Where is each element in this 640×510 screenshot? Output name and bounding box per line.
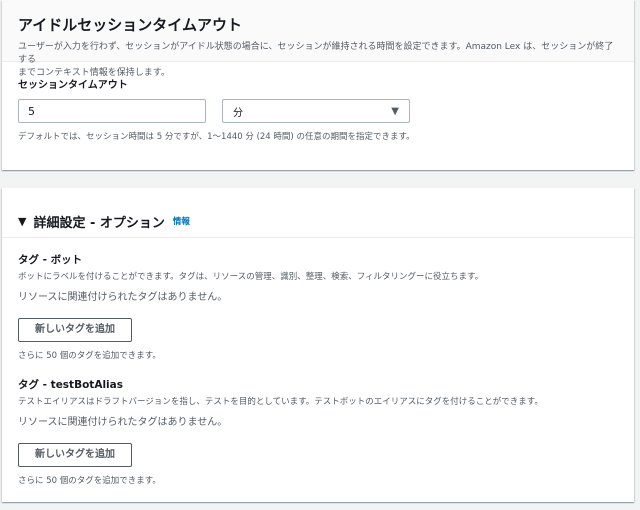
info-link[interactable]: 情報 bbox=[173, 215, 190, 227]
bot-tags-empty-message: リソースに関連付けられたタグはありません。 bbox=[18, 292, 228, 303]
session-timeout-inputs: 分 ▼ bbox=[18, 99, 618, 123]
panel-title: アイドルセッションタイムアウト bbox=[18, 16, 242, 34]
alias-tags-remaining: さらに 50 個のタグを追加できます。 bbox=[18, 476, 161, 486]
alias-tags-title: タグ - testBotAlias bbox=[18, 379, 123, 391]
timeout-unit-selected: 分 bbox=[233, 107, 243, 119]
advanced-settings-body: タグ - ボット ボットにラベルを付けることができます。タグは、リソースの管理、… bbox=[2, 238, 634, 486]
advanced-settings-expander[interactable]: ▼ 詳細設定 - オプション bbox=[18, 212, 165, 231]
bot-tags-title: タグ - ボット bbox=[18, 254, 83, 266]
advanced-settings-title: 詳細設定 - オプション bbox=[33, 215, 165, 231]
advanced-settings-panel: ▼ 詳細設定 - オプション 情報 タグ - ボット ボットにラベルを付けること… bbox=[2, 188, 634, 502]
idle-session-timeout-panel: アイドルセッションタイムアウト ユーザーが入力を行わず、セッションがアイドル状態… bbox=[2, 0, 634, 170]
add-alias-tag-button[interactable]: 新しいタグを追加 bbox=[18, 443, 132, 467]
timeout-unit-select[interactable]: 分 ▼ bbox=[222, 99, 410, 123]
bot-tags-description: ボットにラベルを付けることができます。タグは、リソースの管理、識別、整理、検索、… bbox=[18, 272, 484, 282]
add-bot-tag-button[interactable]: 新しいタグを追加 bbox=[18, 318, 132, 342]
session-timeout-label: セッションタイムアウト bbox=[18, 80, 128, 91]
bot-tags-remaining: さらに 50 個のタグを追加できます。 bbox=[18, 351, 161, 361]
caret-down-icon: ▼ bbox=[18, 214, 27, 228]
bot-tags-section: タグ - ボット ボットにラベルを付けることができます。タグは、リソースの管理、… bbox=[18, 252, 618, 361]
session-timeout-input[interactable] bbox=[18, 99, 206, 123]
session-timeout-hint: デフォルトでは、セッション時間は 5 分ですが、1～1440 分 (24 時間)… bbox=[18, 132, 415, 142]
alias-tags-empty-message: リソースに関連付けられたタグはありません。 bbox=[18, 417, 228, 428]
caret-down-icon: ▼ bbox=[391, 105, 399, 117]
advanced-settings-header: ▼ 詳細設定 - オプション 情報 bbox=[2, 188, 634, 238]
panel-header: アイドルセッションタイムアウト ユーザーが入力を行わず、セッションがアイドル状態… bbox=[2, 0, 634, 78]
alias-tags-section: タグ - testBotAlias テストエイリアスはドラフトバージョンを指し、… bbox=[18, 377, 618, 486]
alias-tags-description: テストエイリアスはドラフトバージョンを指し、テストを目的としています。テストボッ… bbox=[18, 397, 543, 407]
